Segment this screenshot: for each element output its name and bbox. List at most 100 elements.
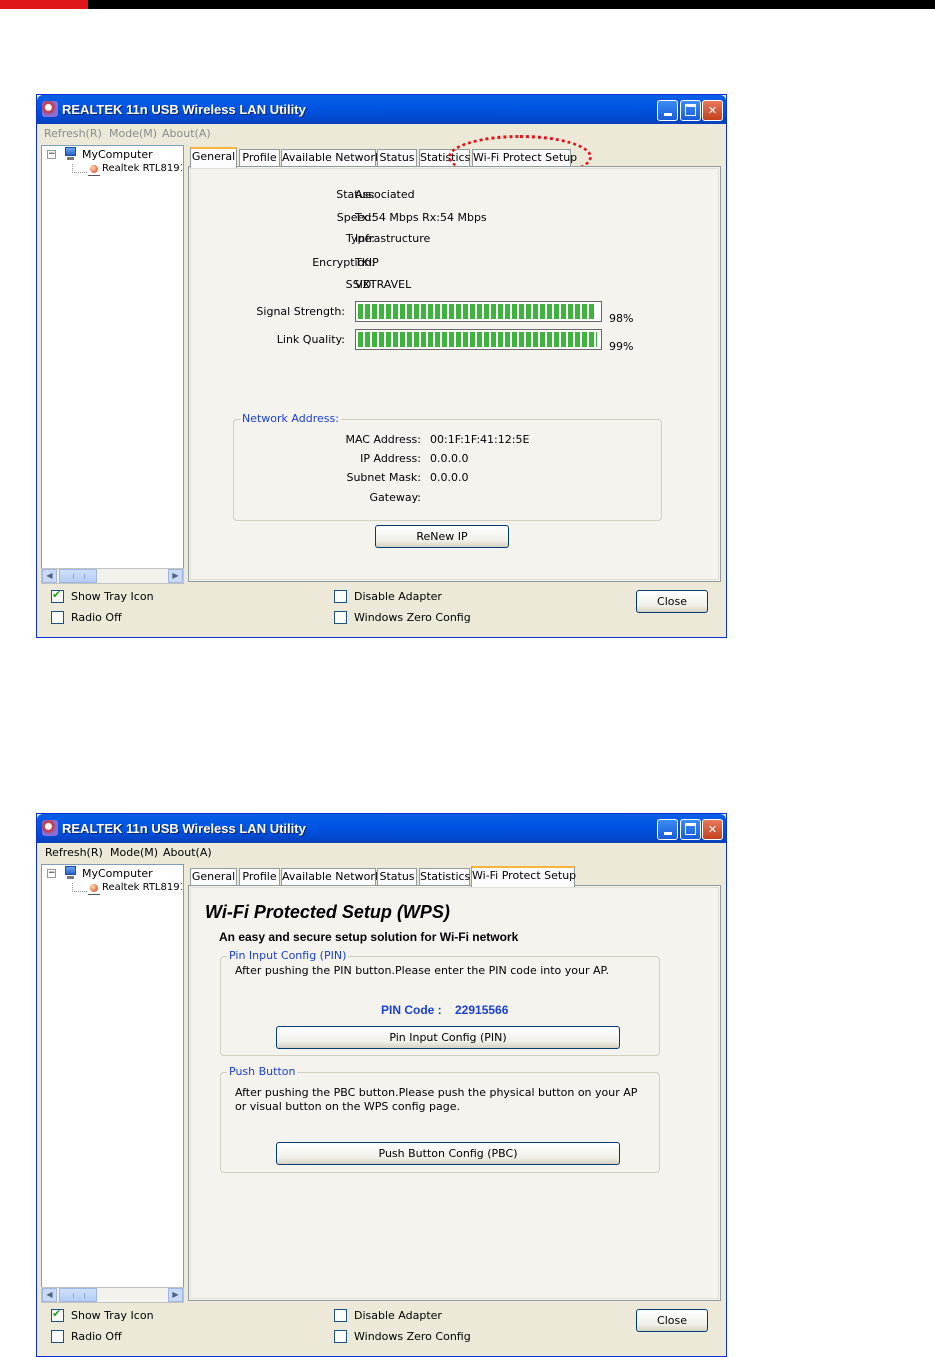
checkmark-icon: ✔ [52,588,62,601]
encryption-value: TKIP [355,256,379,269]
scroll-right-icon[interactable]: ▶ [168,569,183,583]
maximize-icon [685,104,696,116]
close-button[interactable]: Close [636,590,708,613]
tab-profile[interactable]: Profile [239,149,280,167]
mac-address-label: MAC Address: [345,433,421,446]
gateway-label: Gateway: [369,491,422,504]
realtek-app-icon [42,101,58,117]
close-button[interactable]: Close [636,1309,708,1332]
window-title: REALTEK 11n USB Wireless LAN Utility [62,821,306,836]
menu-about[interactable]: About(A) [163,846,212,859]
type-value: Infrastructure [355,232,431,245]
signal-strength-label: Signal Strength: [256,305,345,318]
tab-available-network[interactable]: Available Network [281,149,381,167]
window-title: REALTEK 11n USB Wireless LAN Utility [62,102,306,117]
close-icon: ✕ [707,823,718,836]
tree-connector [72,164,87,173]
utility-window-wps: REALTEK 11n USB Wireless LAN Utility ✕ R… [36,813,727,1357]
tab-status[interactable]: Status [377,149,417,167]
wireless-adapter-icon [88,884,100,895]
menu-about[interactable]: About(A) [162,127,211,140]
network-address-group: Network Address: MAC Address: 00:1F:1F:4… [233,412,662,521]
push-description-line2: or visual button on the WPS config page. [235,1100,460,1113]
header-accent [0,0,88,9]
tab-profile[interactable]: Profile [239,868,280,886]
device-tree[interactable]: − MyComputer Realtek RTL8191 [41,145,184,582]
pin-input-config-button[interactable]: Pin Input Config (PIN) [276,1026,620,1049]
scroll-left-icon[interactable]: ◀ [42,569,57,583]
maximize-icon [685,823,696,835]
wps-title: Wi-Fi Protected Setup (WPS) [205,902,450,922]
page-header-bar [0,0,935,9]
pin-code-value: 22915566 [455,1003,509,1017]
tree-collapse-icon[interactable]: − [47,869,56,878]
ip-address-value: 0.0.0.0 [430,452,469,465]
maximize-button[interactable] [680,819,701,840]
general-panel: Status: Associated Speed: Tx:54 Mbps Rx:… [188,166,721,582]
ip-address-label: IP Address: [360,452,421,465]
tree-horizontal-scrollbar[interactable]: ◀ ▶ [41,1287,184,1303]
renew-ip-button[interactable]: ReNew IP [375,525,509,548]
scroll-left-icon[interactable]: ◀ [42,1288,57,1302]
minimize-button[interactable] [657,100,678,121]
close-window-button[interactable]: ✕ [702,100,723,121]
menu-refresh[interactable]: Refresh(R) [44,127,102,140]
tab-general[interactable]: General [190,868,237,886]
title-bar[interactable]: REALTEK 11n USB Wireless LAN Utility ✕ [37,95,726,124]
close-icon: ✕ [707,104,718,117]
status-value: Associated [355,188,415,201]
push-description-line1: After pushing the PBC button.Please push… [235,1086,638,1099]
tab-wifi-protect-setup[interactable]: Wi-Fi Protect Setup [471,866,576,887]
pin-description: After pushing the PIN button.Please ente… [235,964,609,977]
computer-icon [64,866,77,880]
close-window-button[interactable]: ✕ [702,819,723,840]
tree-root-mycomputer[interactable]: MyComputer [82,867,153,880]
realtek-app-icon [42,820,58,836]
minimize-button[interactable] [657,819,678,840]
title-bar[interactable]: REALTEK 11n USB Wireless LAN Utility ✕ [37,814,726,843]
subnet-mask-label: Subnet Mask: [346,471,421,484]
tab-general[interactable]: General [190,147,237,168]
menu-bar: Refresh(R) Mode(M) About(A) [37,843,726,863]
speed-value: Tx:54 Mbps Rx:54 Mbps [355,211,487,224]
wps-subtitle: An easy and secure setup solution for Wi… [219,930,519,944]
tab-status[interactable]: Status [377,868,417,886]
push-button-config-button[interactable]: Push Button Config (PBC) [276,1142,620,1165]
pin-code-label: PIN Code : [381,1003,442,1017]
ssid-value: VXTRAVEL [355,278,412,291]
menu-mode[interactable]: Mode(M) [109,127,157,140]
maximize-button[interactable] [680,100,701,121]
mac-address-value: 00:1F:1F:41:12:5E [430,433,530,446]
tree-item-adapter[interactable]: Realtek RTL8191 [102,163,182,174]
menu-mode[interactable]: Mode(M) [110,846,158,859]
scroll-thumb[interactable] [59,569,97,583]
utility-window-general: REALTEK 11n USB Wireless LAN Utility ✕ R… [36,94,727,638]
tree-root-mycomputer[interactable]: MyComputer [82,148,153,161]
link-quality-label: Link Quality: [276,333,345,346]
pin-input-group: Pin Input Config (PIN) After pushing the… [220,949,660,1056]
minimize-icon [663,113,672,116]
device-tree[interactable]: − MyComputer Realtek RTL8191 [41,864,184,1301]
menu-refresh[interactable]: Refresh(R) [45,846,103,859]
tab-statistics[interactable]: Statistics [419,868,470,886]
tree-collapse-icon[interactable]: − [47,150,56,159]
push-button-legend: Push Button [227,1065,298,1078]
tree-horizontal-scrollbar[interactable]: ◀ ▶ [41,568,184,584]
network-address-legend: Network Address: [240,412,341,425]
pin-input-legend: Pin Input Config (PIN) [227,949,349,962]
minimize-icon [663,832,672,835]
signal-strength-percent: 98% [609,312,634,325]
menu-bar: Refresh(R) Mode(M) About(A) [37,124,726,144]
signal-strength-bar [355,301,602,322]
scroll-right-icon[interactable]: ▶ [168,1288,183,1302]
wps-panel: Wi-Fi Protected Setup (WPS) An easy and … [188,885,721,1301]
computer-icon [64,147,77,161]
push-button-group: Push Button After pushing the PBC button… [220,1065,660,1173]
scroll-thumb[interactable] [59,1288,97,1302]
tree-item-adapter[interactable]: Realtek RTL8191 [102,882,182,893]
wireless-adapter-icon [88,165,100,176]
tab-available-network[interactable]: Available Network [281,868,381,886]
link-quality-percent: 99% [609,340,634,353]
subnet-mask-value: 0.0.0.0 [430,471,469,484]
checkmark-icon: ✔ [52,1307,62,1320]
